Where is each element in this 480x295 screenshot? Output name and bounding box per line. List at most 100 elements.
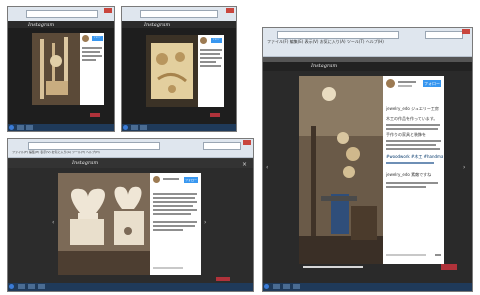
avatar[interactable] [200, 37, 207, 44]
follow-button[interactable]: フォロー [184, 177, 198, 183]
instagram-header: Instagram [122, 21, 236, 28]
caption-line [82, 55, 102, 57]
close-icon[interactable]: × [242, 161, 247, 168]
next-arrow[interactable]: › [204, 219, 206, 226]
post-modal: フォロー jewelry_edo ジュエリー工房 木工の作品を作っています。 手… [299, 76, 444, 264]
address-bar[interactable] [140, 10, 218, 18]
caption-line [386, 140, 441, 142]
caption-line [153, 201, 197, 203]
screenshot-4: ファイル(F) 編集(E) 表示(V) お気に入り(A) ツール(T) ヘルプ(… [7, 138, 254, 292]
caption-line [82, 59, 96, 61]
post-photo [58, 173, 150, 275]
start-button[interactable] [9, 125, 14, 130]
post-modal: フォロー [58, 173, 201, 275]
username[interactable] [163, 178, 179, 180]
close-window-button[interactable] [226, 8, 234, 13]
post-photo [299, 76, 383, 264]
taskbar-item[interactable] [131, 125, 138, 130]
action-button[interactable] [216, 277, 230, 281]
woodwork-photo [32, 33, 80, 105]
instagram-header: Instagram [263, 62, 472, 71]
screenshot-2: Instagram フォロー [121, 6, 237, 132]
comment-input[interactable] [153, 267, 183, 269]
taskbar-item[interactable] [17, 125, 24, 130]
post-sidebar: フォロー jewelry_edo ジュエリー工房 木工の作品を作っています。 手… [383, 76, 444, 264]
caption-line [386, 162, 434, 164]
taskbar-item[interactable] [28, 284, 35, 289]
options-icon[interactable] [435, 254, 441, 256]
search-box[interactable] [203, 142, 241, 150]
taskbar-item[interactable] [18, 284, 25, 289]
hashtags[interactable]: #woodwork #木工 #handmade [386, 154, 443, 159]
caption-line [386, 144, 436, 146]
instagram-logo[interactable]: Instagram [311, 63, 337, 69]
taskbar-item[interactable] [140, 125, 147, 130]
start-button[interactable] [123, 125, 128, 130]
caption-line-1: jewelry_edo ジュエリー工房 [386, 106, 439, 111]
workshop-photo [299, 76, 383, 264]
taskbar-item[interactable] [283, 284, 290, 289]
search-box[interactable] [425, 31, 463, 39]
address-bar[interactable] [277, 31, 399, 39]
next-arrow[interactable]: › [463, 164, 465, 171]
address-bar[interactable] [26, 10, 98, 18]
avatar[interactable] [153, 176, 160, 183]
comment-line [386, 182, 438, 184]
location [398, 85, 412, 87]
post-modal: フォロー [146, 35, 224, 107]
taskbar-item[interactable] [293, 284, 300, 289]
instagram-logo[interactable]: Instagram [72, 160, 98, 166]
instagram-header: Instagram [8, 21, 114, 28]
menu-bar[interactable]: ファイル(F) 編集(E) 表示(V) お気に入り(A) ツール(T) ヘルプ(… [267, 39, 384, 45]
caption-line [386, 128, 438, 130]
taskbar-item[interactable] [38, 284, 45, 289]
browser-chrome: ファイル(F) 編集(E) 表示(V) お気に入り(A) ツール(T) ヘルプ(… [263, 28, 472, 57]
avatar[interactable] [386, 79, 395, 88]
avatar[interactable] [82, 35, 89, 42]
follow-button[interactable]: フォロー [211, 38, 222, 43]
instagram-header: Instagram [8, 159, 253, 168]
windows-taskbar [263, 283, 472, 291]
caption-line [82, 51, 100, 53]
comment: jewelry_edo 素敵ですね [386, 172, 432, 177]
caption-line [200, 61, 216, 63]
action-button[interactable] [210, 113, 220, 117]
post-modal: フォロー [32, 33, 104, 105]
caption-line [200, 49, 222, 51]
heart-chairs-photo [58, 173, 150, 275]
close-window-button[interactable] [104, 8, 112, 13]
action-button[interactable] [441, 264, 457, 270]
caption-line [153, 193, 197, 195]
windows-taskbar [122, 124, 236, 131]
post-photo [32, 33, 80, 105]
caption-line [153, 213, 191, 215]
caption-line [82, 47, 102, 49]
action-button[interactable] [90, 113, 100, 117]
taskbar-item[interactable] [26, 125, 33, 130]
bottom-notice [303, 266, 363, 268]
address-bar[interactable] [28, 142, 160, 150]
caption-line [153, 209, 197, 211]
post-sidebar: フォロー [150, 173, 201, 275]
menu-bar[interactable]: ファイル(F) 編集(E) 表示(V) お気に入り(A) ツール(T) ヘルプ(… [12, 150, 100, 154]
username[interactable] [398, 81, 416, 83]
follow-button[interactable]: フォロー [92, 36, 103, 41]
follow-button[interactable]: フォロー [423, 80, 441, 87]
close-window-button[interactable] [462, 29, 470, 34]
caption-line-3: 手作りの家具と装飾を [386, 132, 426, 137]
taskbar-item[interactable] [273, 284, 280, 289]
caption-line [153, 221, 197, 223]
caption-line [153, 205, 193, 207]
comment-input[interactable] [386, 254, 426, 256]
windows-taskbar [8, 283, 253, 291]
browser-chrome: ファイル(F) 編集(E) 表示(V) お気に入り(A) ツール(T) ヘルプ(… [8, 139, 253, 158]
previous-arrow[interactable]: ‹ [52, 219, 54, 226]
caption-line [386, 148, 440, 150]
start-button[interactable] [9, 284, 14, 289]
caption-line [153, 225, 195, 227]
post-sidebar: フォロー [198, 35, 224, 107]
post-sidebar: フォロー [80, 33, 104, 105]
previous-arrow[interactable]: ‹ [266, 164, 268, 171]
start-button[interactable] [264, 284, 269, 289]
close-window-button[interactable] [243, 140, 251, 145]
